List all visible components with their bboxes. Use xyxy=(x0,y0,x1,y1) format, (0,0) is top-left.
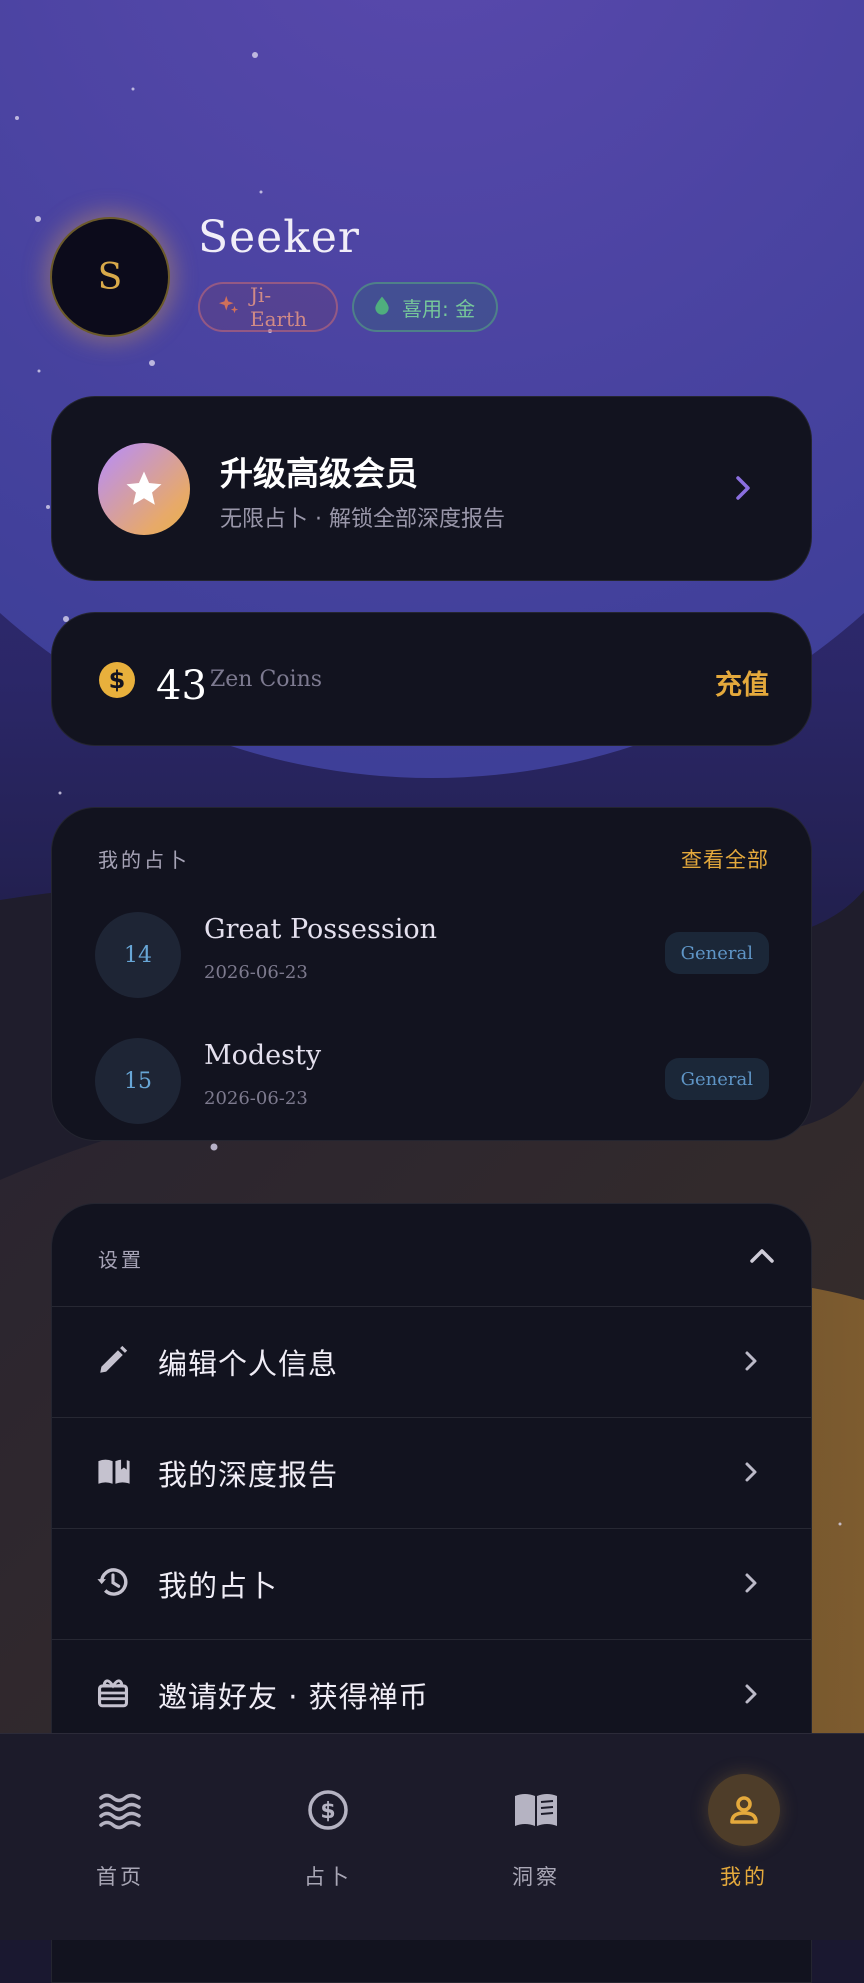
bottom-nav: 首页 $ 占卜 洞察 我的 xyxy=(0,1733,864,1940)
chevron-right-icon xyxy=(741,1347,761,1379)
hexagram-number: 14 xyxy=(95,912,181,998)
dollar-coin-icon: $ xyxy=(98,661,136,703)
hexagram-number: 15 xyxy=(95,1038,181,1124)
coin-label: Zen Coins xyxy=(210,667,323,692)
menu-item-label: 编辑个人信息 xyxy=(158,1347,339,1381)
favorable-element-label: 喜用: 金 xyxy=(402,296,476,321)
reading-date: 2026-06-23 xyxy=(204,962,308,983)
reading-title: Modesty xyxy=(204,1040,322,1071)
recharge-button[interactable]: 充值 xyxy=(715,663,769,702)
waves-icon xyxy=(84,1774,156,1846)
settings-section-title: 设置 xyxy=(98,1248,144,1272)
sparkle-icon xyxy=(218,294,240,321)
coin-balance: 43 xyxy=(156,663,207,709)
nav-label: 首页 xyxy=(96,1865,144,1889)
svg-text:$: $ xyxy=(109,666,126,694)
reading-category-badge: General xyxy=(664,1058,769,1100)
history-icon xyxy=(96,1565,130,1603)
profile-name: Seeker xyxy=(198,212,360,263)
newspaper-book-icon xyxy=(500,1774,572,1846)
avatar[interactable]: S xyxy=(50,217,170,337)
avatar-letter: S xyxy=(97,256,123,298)
nav-tab-divination[interactable]: $ 占卜 xyxy=(220,1734,436,1940)
nav-tab-home[interactable]: 首页 xyxy=(12,1734,228,1940)
nav-label: 占卜 xyxy=(304,1865,352,1889)
menu-item-my-readings[interactable]: 我的占卜 xyxy=(52,1528,811,1639)
readings-section-title: 我的占卜 xyxy=(98,848,190,872)
menu-item-edit-profile[interactable]: 编辑个人信息 xyxy=(52,1306,811,1417)
premium-subtitle: 无限占卜 · 解锁全部深度报告 xyxy=(220,507,505,532)
pencil-icon xyxy=(96,1343,130,1381)
chevron-right-icon xyxy=(731,473,755,507)
reading-date: 2026-06-23 xyxy=(204,1088,308,1109)
reading-title: Great Possession xyxy=(204,914,437,945)
nav-tab-profile[interactable]: 我的 xyxy=(636,1734,852,1940)
star-icon xyxy=(98,443,190,535)
menu-item-deep-reports[interactable]: 我的深度报告 xyxy=(52,1417,811,1528)
chevron-right-icon xyxy=(741,1680,761,1712)
chevron-right-icon xyxy=(741,1458,761,1490)
coins-card: $ 43 Zen Coins 充值 xyxy=(51,612,812,746)
svg-text:$: $ xyxy=(320,1799,335,1824)
my-readings-card: 我的占卜 查看全部 14 Great Possession 2026-06-23… xyxy=(51,807,812,1141)
reading-category-badge: General xyxy=(664,932,769,974)
menu-item-label: 我的占卜 xyxy=(158,1569,279,1603)
chevron-right-icon xyxy=(741,1569,761,1601)
nav-label: 我的 xyxy=(720,1865,768,1889)
reading-item[interactable]: 15 Modesty 2026-06-23 General xyxy=(52,1034,811,1130)
nav-tab-insights[interactable]: 洞察 xyxy=(428,1734,644,1940)
view-all-button[interactable]: 查看全部 xyxy=(681,844,769,874)
favorable-element-tag: 喜用: 金 xyxy=(352,282,498,332)
gift-icon xyxy=(96,1676,130,1714)
reading-item[interactable]: 14 Great Possession 2026-06-23 General xyxy=(52,908,811,1004)
premium-title: 升级高级会员 xyxy=(220,454,418,493)
element-tag-label: Ji-Earth xyxy=(250,283,308,331)
element-tag: Ji-Earth xyxy=(198,282,338,332)
dollar-circle-icon: $ xyxy=(292,1774,364,1846)
person-icon xyxy=(708,1774,780,1846)
droplet-icon xyxy=(372,295,392,320)
open-book-icon xyxy=(96,1454,132,1492)
menu-item-label: 我的深度报告 xyxy=(158,1458,339,1492)
premium-upgrade-card[interactable]: 升级高级会员 无限占卜 · 解锁全部深度报告 xyxy=(51,396,812,581)
chevron-up-icon[interactable] xyxy=(747,1244,777,1272)
menu-item-label: 邀请好友 · 获得禅币 xyxy=(158,1680,429,1714)
nav-label: 洞察 xyxy=(512,1865,560,1889)
